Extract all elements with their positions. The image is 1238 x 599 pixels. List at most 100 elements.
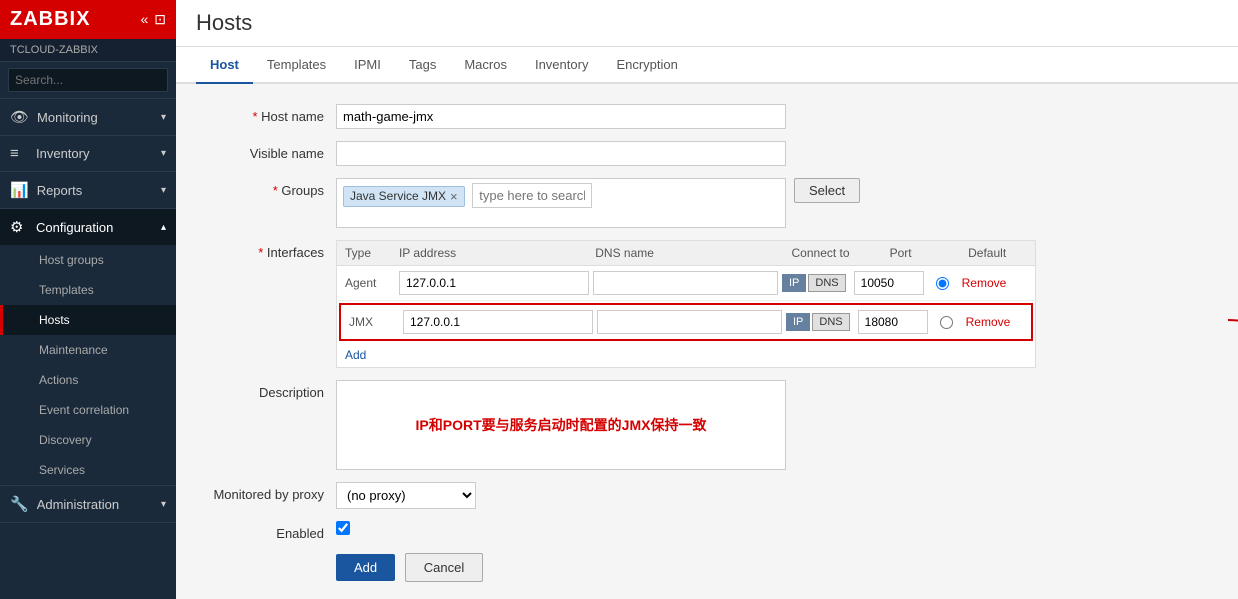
add-interface-link[interactable]: Add: [337, 343, 374, 367]
sidebar-configuration-label: Configuration: [36, 220, 113, 235]
select-button[interactable]: Select: [794, 178, 860, 203]
jmx-interface-row: JMX IP DNS Remove: [339, 303, 1033, 341]
interfaces-header: Type IP address DNS name Connect to Port…: [337, 241, 1035, 266]
sidebar-logo: ZABBIX: [10, 8, 90, 31]
expand-icon[interactable]: ⊡: [154, 11, 166, 28]
groups-search-input[interactable]: [472, 183, 592, 208]
description-label: Description: [206, 380, 336, 400]
host-name-input[interactable]: [336, 104, 786, 129]
visible-name-row: Visible name: [206, 141, 1208, 166]
agent-type-label: Agent: [345, 276, 395, 290]
jmx-type-label: JMX: [349, 315, 399, 329]
sidebar-item-reports[interactable]: 📊 Reports ▾: [0, 172, 176, 208]
enabled-label: Enabled: [206, 521, 336, 541]
col-default-header: Default: [968, 246, 1027, 260]
jmx-default-radio-input[interactable]: [940, 316, 953, 329]
agent-connect-buttons: IP DNS: [782, 274, 846, 292]
agent-ip-input[interactable]: [399, 271, 589, 295]
sidebar-reports-label: Reports: [37, 183, 83, 198]
chevron-up-icon: ▴: [161, 222, 166, 233]
tab-encryption[interactable]: Encryption: [602, 47, 691, 84]
tab-bar: Host Templates IPMI Tags Macros Inventor…: [176, 47, 1238, 84]
agent-dns-button[interactable]: DNS: [808, 274, 845, 292]
groups-label: Groups: [206, 178, 336, 198]
chevron-down-icon: ▾: [161, 499, 166, 510]
cancel-button[interactable]: Cancel: [405, 553, 483, 582]
jmx-default-radio: [932, 316, 962, 329]
sidebar-item-configuration[interactable]: ⚙ Configuration ▴: [0, 209, 176, 245]
group-tag-remove[interactable]: ×: [450, 189, 458, 204]
enabled-control: [336, 521, 1208, 538]
sidebar-search-container: [0, 62, 176, 99]
visible-name-label: Visible name: [206, 141, 336, 161]
group-tag-java-service-jmx: Java Service JMX ×: [343, 186, 465, 207]
jmx-dns-button[interactable]: DNS: [812, 313, 849, 331]
jmx-port-input[interactable]: [858, 310, 928, 334]
monitoring-icon: 👁: [10, 108, 29, 126]
sidebar-item-inventory[interactable]: ≡ Inventory ▾: [0, 136, 176, 171]
configuration-icon: ⚙: [10, 218, 28, 236]
sidebar-item-services[interactable]: Services: [0, 455, 176, 485]
jmx-dns-input[interactable]: [597, 310, 782, 334]
agent-ip-button[interactable]: IP: [782, 274, 806, 292]
agent-dns-input[interactable]: [593, 271, 778, 295]
proxy-row: Monitored by proxy (no proxy): [206, 482, 1208, 509]
action-buttons-row: Add Cancel: [206, 553, 1208, 582]
description-control: IP和PORT要与服务启动时配置的JMX保持一致: [336, 380, 1208, 470]
sidebar-item-administration[interactable]: 🔧 Administration ▾: [0, 486, 176, 522]
sidebar-item-hosts[interactable]: Hosts: [0, 305, 176, 335]
tab-host[interactable]: Host: [196, 47, 253, 84]
host-name-row: Host name: [206, 104, 1208, 129]
sidebar-search-input[interactable]: [8, 68, 168, 92]
visible-name-input[interactable]: [336, 141, 786, 166]
tab-templates[interactable]: Templates: [253, 47, 340, 84]
add-button[interactable]: Add: [336, 554, 395, 581]
proxy-label: Monitored by proxy: [206, 482, 336, 502]
tab-macros[interactable]: Macros: [450, 47, 521, 84]
col-connect-header: Connect to: [792, 246, 890, 260]
sidebar-item-templates[interactable]: Templates: [0, 275, 176, 305]
groups-box[interactable]: Java Service JMX ×: [336, 178, 786, 228]
collapse-icon[interactable]: «: [140, 11, 148, 28]
sidebar-section-inventory: ≡ Inventory ▾: [0, 136, 176, 172]
agent-interface-row: Agent IP DNS Remove: [337, 266, 1035, 301]
tab-ipmi[interactable]: IPMI: [340, 47, 395, 84]
jmx-ip-input[interactable]: [403, 310, 593, 334]
sidebar-collapse-icons: « ⊡: [140, 11, 166, 28]
sidebar-item-host-groups[interactable]: Host groups: [0, 245, 176, 275]
sidebar-item-maintenance[interactable]: Maintenance: [0, 335, 176, 365]
sidebar-item-discovery[interactable]: Discovery: [0, 425, 176, 455]
sidebar-item-event-correlation[interactable]: Event correlation: [0, 395, 176, 425]
host-name-label: Host name: [206, 104, 336, 124]
interfaces-control: Type IP address DNS name Connect to Port…: [336, 240, 1208, 368]
action-buttons-spacer: [206, 553, 336, 558]
sidebar-section-administration: 🔧 Administration ▾: [0, 486, 176, 523]
agent-port-input[interactable]: [854, 271, 924, 295]
col-type-header: Type: [345, 246, 399, 260]
jmx-ip-button[interactable]: IP: [786, 313, 810, 331]
description-annotation-text: IP和PORT要与服务启动时配置的JMX保持一致: [416, 415, 707, 435]
agent-default-radio: [928, 277, 958, 290]
groups-control: Java Service JMX × Select: [336, 178, 1208, 228]
tab-inventory[interactable]: Inventory: [521, 47, 602, 84]
main-content: Hosts Host Templates IPMI Tags Macros In…: [176, 0, 1238, 599]
add-interface-container: Add: [337, 343, 1035, 367]
description-box[interactable]: IP和PORT要与服务启动时配置的JMX保持一致: [336, 380, 786, 470]
enabled-checkbox[interactable]: [336, 521, 350, 535]
tab-tags[interactable]: Tags: [395, 47, 450, 84]
sidebar-header: ZABBIX « ⊡: [0, 0, 176, 39]
administration-icon: 🔧: [10, 495, 29, 513]
sidebar-item-actions[interactable]: Actions: [0, 365, 176, 395]
proxy-select[interactable]: (no proxy): [336, 482, 476, 509]
annotation-arrow: [1218, 310, 1238, 390]
agent-default-radio-input[interactable]: [936, 277, 949, 290]
chevron-down-icon: ▾: [161, 112, 166, 123]
sidebar-item-monitoring[interactable]: 👁 Monitoring ▾: [0, 99, 176, 135]
sidebar-monitoring-label: Monitoring: [37, 110, 98, 125]
agent-remove-link[interactable]: Remove: [962, 276, 1007, 290]
sidebar-section-reports: 📊 Reports ▾: [0, 172, 176, 209]
jmx-remove-link[interactable]: Remove: [966, 315, 1011, 329]
page-title: Hosts: [196, 10, 1218, 36]
sidebar: ZABBIX « ⊡ TCLOUD-ZABBIX 👁 Monitoring ▾ …: [0, 0, 176, 599]
col-dns-header: DNS name: [595, 246, 791, 260]
